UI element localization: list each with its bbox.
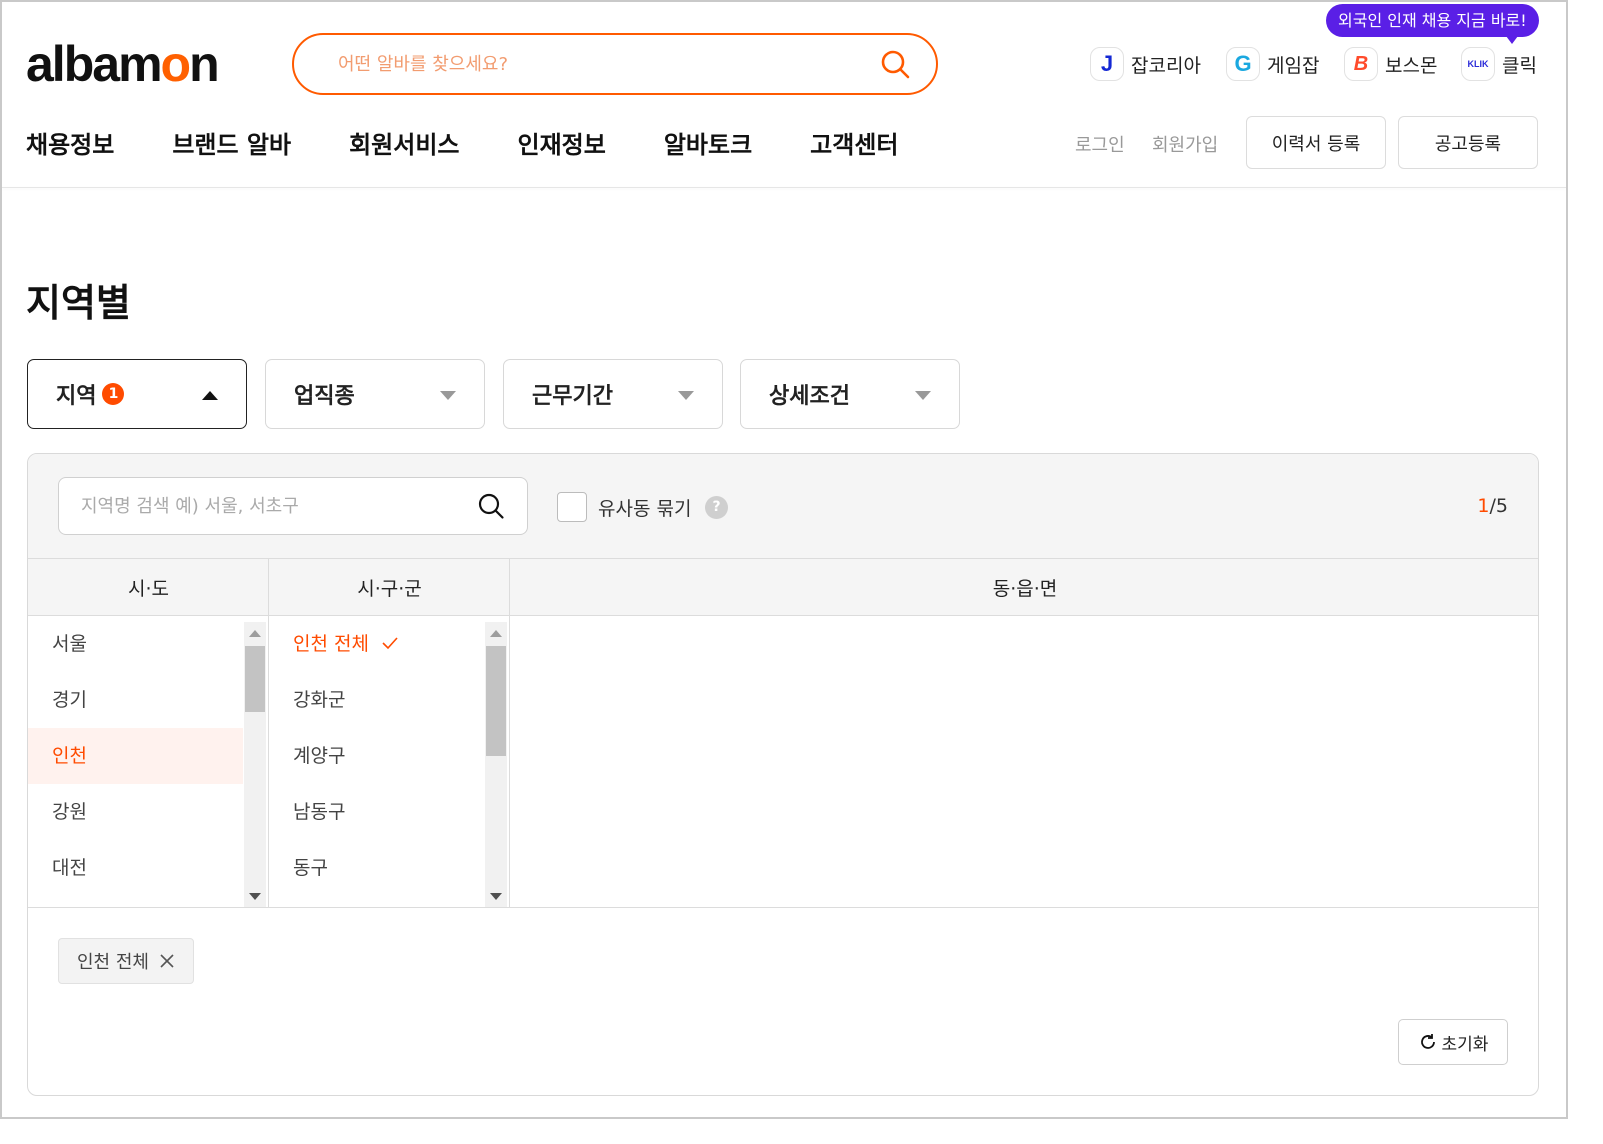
list-item[interactable]: 강원 [28, 784, 243, 840]
nav-item-albatalk[interactable]: 알바토크 [664, 125, 752, 160]
caret-down-icon [915, 391, 931, 400]
nav-item-member-service[interactable]: 회원서비스 [349, 125, 459, 160]
scroll-down-icon[interactable] [490, 893, 502, 900]
signup-link[interactable]: 회원가입 [1152, 131, 1218, 157]
close-icon[interactable] [159, 953, 175, 969]
region-search-box[interactable] [58, 477, 528, 535]
login-link[interactable]: 로그인 [1075, 131, 1125, 157]
column-header-sido: 시·도 [28, 559, 269, 616]
search-icon[interactable] [477, 492, 505, 520]
family-site-jobkorea[interactable]: J 잡코리아 [1090, 47, 1201, 81]
list-item[interactable]: 인천 전체 [269, 616, 483, 672]
main-navigation: 채용정보 브랜드 알바 회원서비스 인재정보 알바토크 고객센터 [26, 125, 956, 160]
sido-list: 서울 경기 인천 강원 대전 [28, 616, 243, 896]
page-title: 지역별 [26, 281, 131, 325]
list-item[interactable]: 계양구 [269, 728, 483, 784]
search-icon[interactable] [880, 49, 910, 79]
nav-item-customer-center[interactable]: 고객센터 [810, 125, 898, 160]
group-similar-checkbox[interactable] [557, 492, 587, 522]
family-site-gamejob[interactable]: G 게임잡 [1226, 47, 1319, 81]
list-bottom-divider [28, 907, 1538, 908]
filter-count-badge: 1 [102, 383, 125, 405]
scroll-up-icon[interactable] [490, 630, 502, 637]
jobkorea-icon: J [1090, 47, 1124, 81]
reset-button[interactable]: 초기화 [1398, 1019, 1508, 1065]
group-similar-label[interactable]: 유사동 묶기 [598, 494, 691, 521]
scroll-down-icon[interactable] [249, 893, 261, 900]
list-item[interactable]: 강화군 [269, 672, 483, 728]
foreign-talent-promo-tooltip[interactable]: 외국인 인재 채용 지금 바로! [1326, 4, 1539, 44]
main-search-input[interactable] [338, 53, 880, 75]
bossmon-icon: B [1344, 47, 1378, 81]
main-search-bar[interactable] [292, 33, 938, 95]
klik-icon: KLIK [1461, 47, 1495, 81]
caret-down-icon [678, 391, 694, 400]
column-header-dong: 동·읍·면 [510, 559, 1538, 616]
scroll-thumb[interactable] [486, 646, 506, 756]
sigungu-scrollbar[interactable] [485, 622, 507, 908]
help-icon[interactable]: ? [705, 496, 728, 519]
filter-job-category[interactable]: 업직종 [265, 359, 485, 429]
sigungu-list: 인천 전체 강화군 계양구 남동구 동구 [269, 616, 483, 896]
family-site-klik[interactable]: KLIK 클릭 [1461, 47, 1537, 81]
nav-item-jobs[interactable]: 채용정보 [26, 125, 114, 160]
column-header-sigungu: 시·구·군 [269, 559, 510, 616]
list-item[interactable]: 경기 [28, 672, 243, 728]
list-item[interactable]: 동구 [269, 840, 483, 896]
filter-work-period[interactable]: 근무기간 [503, 359, 723, 429]
family-site-bossmon[interactable]: B 보스몬 [1344, 47, 1437, 81]
albamon-logo[interactable]: albamon [26, 36, 220, 92]
region-pager: 1/5 [1477, 495, 1508, 517]
region-search-input[interactable] [81, 495, 477, 517]
caret-up-icon [202, 391, 218, 400]
region-select-panel: 유사동 묶기 ? 1/5 시·도 시·구·군 동·읍·면 서울 경기 인천 강원… [27, 453, 1539, 1096]
nav-item-brand-alba[interactable]: 브랜드 알바 [172, 125, 291, 160]
scroll-up-icon[interactable] [249, 630, 261, 637]
filter-region[interactable]: 지역 1 [27, 359, 247, 429]
list-item[interactable]: 서울 [28, 616, 243, 672]
column-divider [509, 559, 510, 908]
post-register-button[interactable]: 공고등록 [1398, 116, 1538, 169]
caret-down-icon [440, 391, 456, 400]
resume-register-button[interactable]: 이력서 등록 [1246, 116, 1386, 169]
gamejob-icon: G [1226, 47, 1260, 81]
list-item[interactable]: 인천 [28, 728, 243, 784]
nav-item-talent[interactable]: 인재정보 [518, 125, 606, 160]
list-item[interactable]: 남동구 [269, 784, 483, 840]
sido-scrollbar[interactable] [244, 622, 266, 908]
check-icon [382, 637, 398, 650]
list-item[interactable]: 대전 [28, 840, 243, 896]
refresh-icon [1420, 1034, 1435, 1049]
scroll-thumb[interactable] [245, 646, 265, 712]
filter-detail-conditions[interactable]: 상세조건 [740, 359, 960, 429]
header-divider [2, 187, 1566, 188]
selected-region-chip: 인천 전체 [58, 938, 194, 984]
